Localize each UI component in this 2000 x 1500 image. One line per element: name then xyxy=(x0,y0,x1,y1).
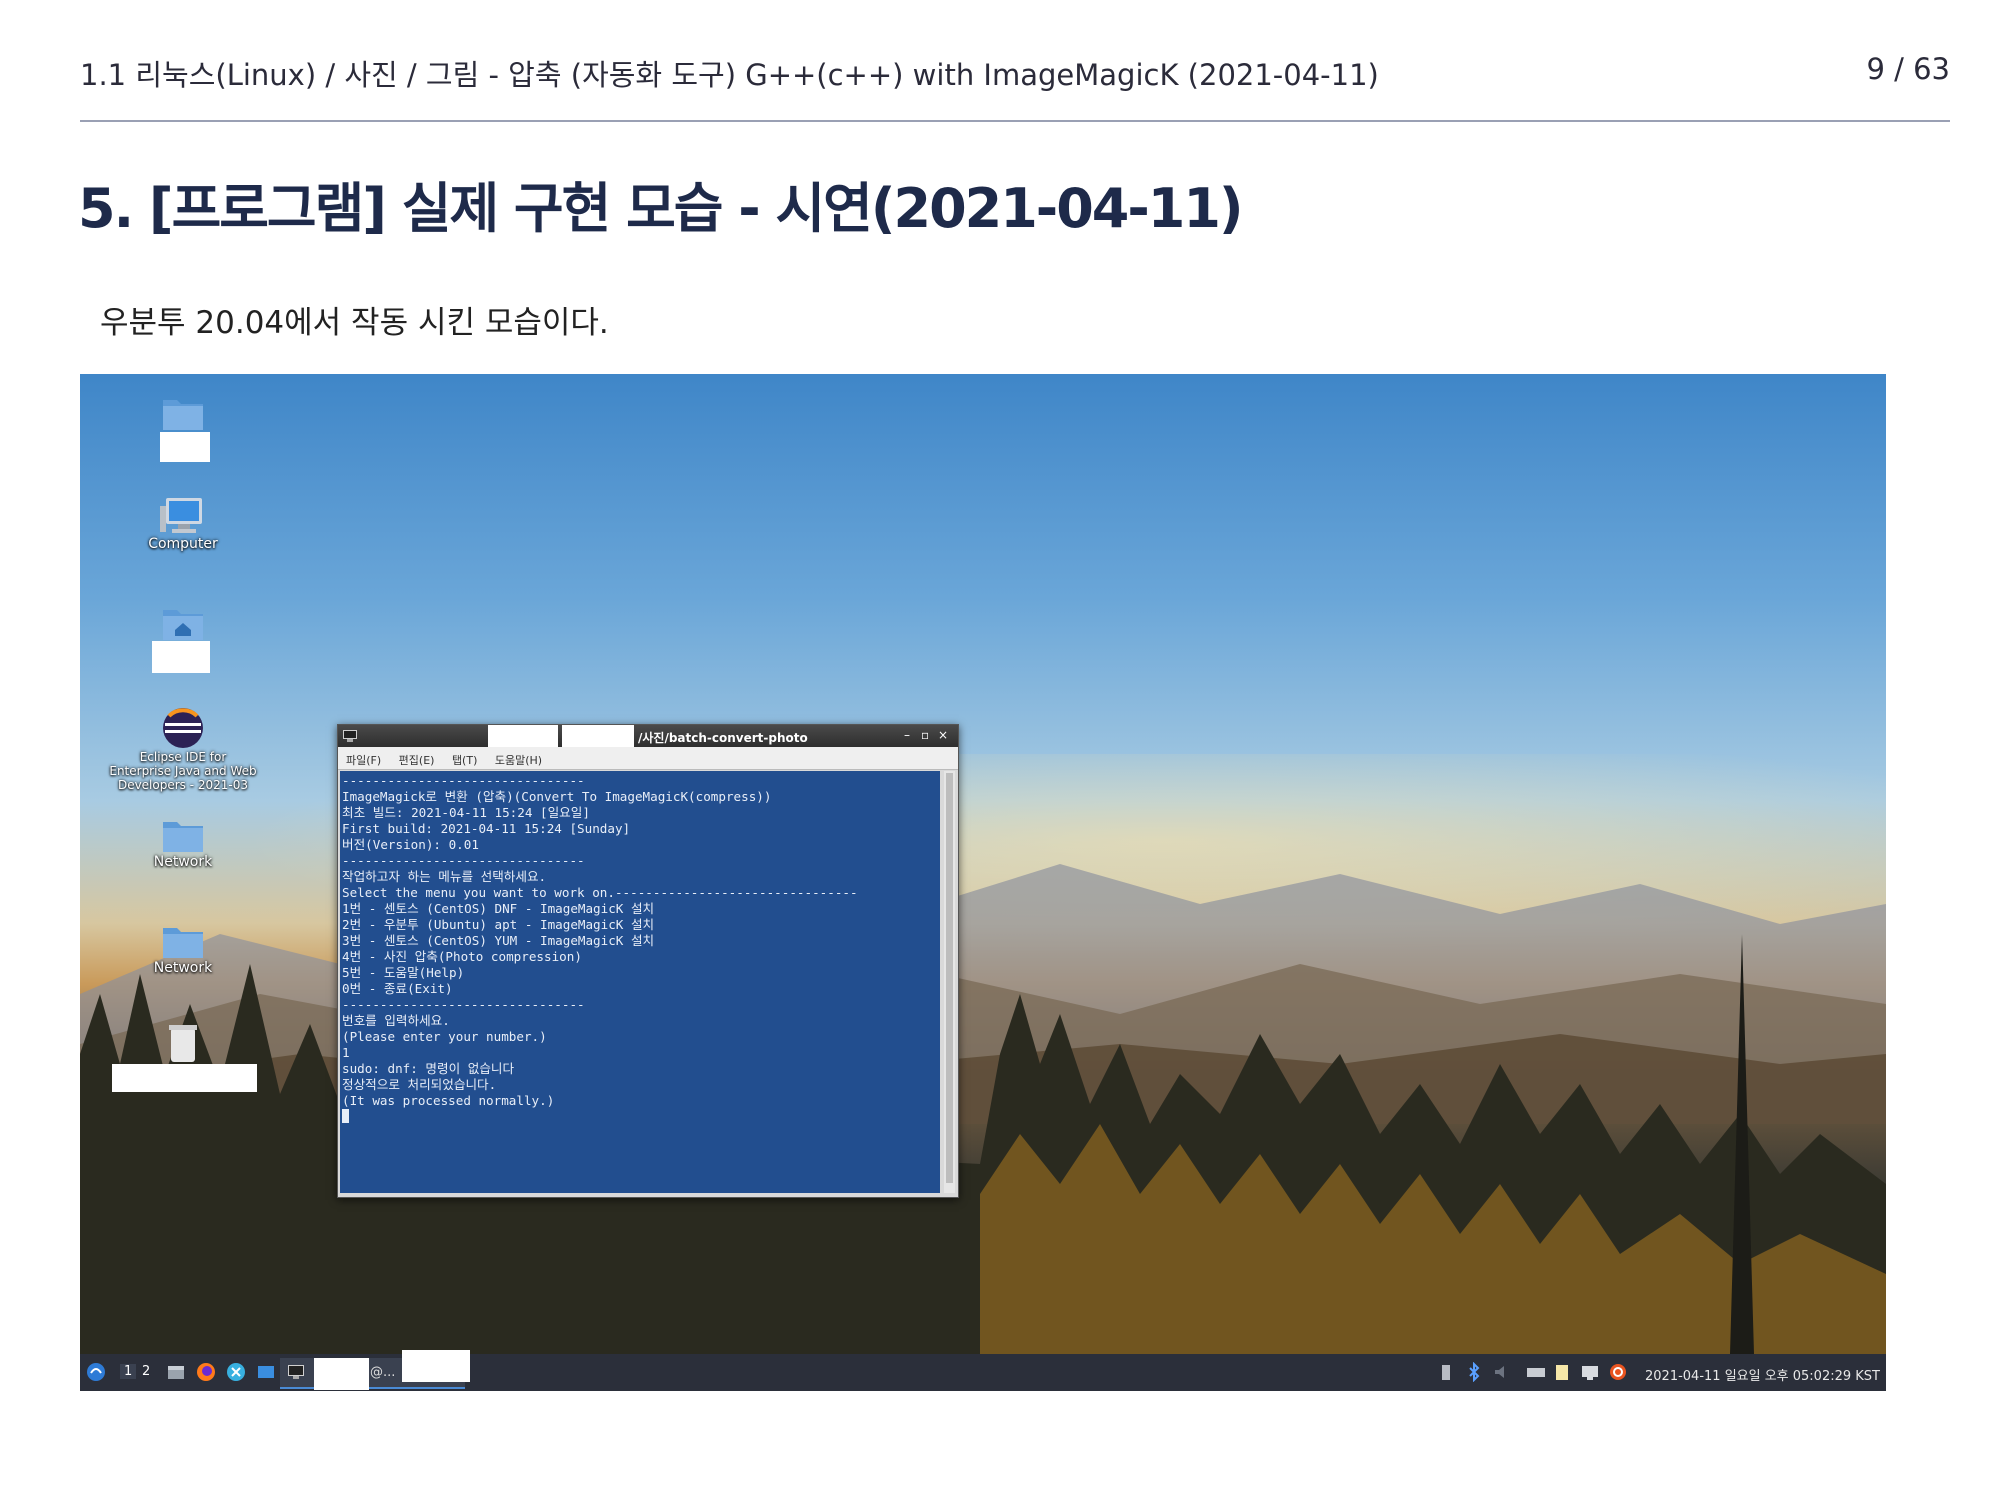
menu-edit[interactable]: 편집(E) xyxy=(399,752,435,768)
terminal-task-icon xyxy=(288,1365,304,1379)
desktop-network-2[interactable]: Network xyxy=(108,920,258,976)
start-menu-icon[interactable] xyxy=(86,1362,106,1382)
terminal-window[interactable]: /사진/batch-convert-photo – ▫ × 파일(F) 편집(E… xyxy=(337,724,959,1198)
clipboard-icon[interactable] xyxy=(1552,1362,1572,1382)
bluetooth-icon[interactable] xyxy=(1464,1362,1484,1382)
header-divider xyxy=(80,120,1950,122)
trash-icon xyxy=(169,1025,197,1062)
terminal-menubar: 파일(F) 편집(E) 탭(T) 도움말(H) xyxy=(338,747,958,770)
terminal-output[interactable]: -------------------------------- ImageMag… xyxy=(340,771,940,1193)
desktop-icon-label: Eclipse IDE for Enterprise Java and Web … xyxy=(109,750,257,792)
breadcrumb: 1.1 리눅스(Linux) / 사진 / 그림 - 압축 (자동화 도구) G… xyxy=(80,58,1379,92)
terminal-line: ImageMagick로 변환 (압축)(Convert To ImageMag… xyxy=(342,789,772,804)
terminal-line: 4번 - 사진 압축(Photo compression) xyxy=(342,949,582,964)
terminal-line: 버전(Version): 0.01 xyxy=(342,837,479,852)
network-icon xyxy=(163,822,203,852)
terminal-icon xyxy=(343,730,357,742)
desktop-computer[interactable]: Computer xyxy=(108,496,258,552)
desktop-icon-label: Network xyxy=(153,960,213,976)
terminal-scrollbar[interactable] xyxy=(944,771,955,1193)
terminal-line: 5번 - 도움말(Help) xyxy=(342,965,465,980)
page-number: 9 / 63 xyxy=(1866,52,1950,86)
eclipse-icon xyxy=(163,708,203,748)
redacted-label xyxy=(160,432,210,462)
workspace-1[interactable]: 1 xyxy=(120,1364,137,1379)
folder-icon xyxy=(163,400,203,430)
terminal-line: 1번 - 센토스 (CentOS) DNF - ImageMagicK 설치 xyxy=(342,901,655,916)
terminal-line: 2번 - 우분투 (Ubuntu) apt - ImageMagicK 설치 xyxy=(342,917,655,932)
redacted-task-label xyxy=(402,1350,470,1382)
terminal-line: 작업하고자 하는 메뉴를 선택하세요. xyxy=(342,869,547,884)
home-folder-icon xyxy=(163,610,203,640)
redacted-label xyxy=(112,1064,257,1092)
intro-paragraph: 우분투 20.04에서 작동 시킨 모습이다. xyxy=(100,305,609,341)
taskbar: 1 2 @... 2021-04-11 일요일 오후 05:02:29 KST xyxy=(80,1350,1886,1391)
desktop-home-folder[interactable] xyxy=(108,602,258,642)
terminal-line: 최초 빌드: 2021-04-11 15:24 [일요일] xyxy=(342,805,590,820)
redacted-label xyxy=(152,641,210,673)
firefox-icon[interactable] xyxy=(196,1362,216,1382)
battery-icon[interactable] xyxy=(1436,1362,1456,1382)
terminal-titlebar[interactable]: /사진/batch-convert-photo – ▫ × xyxy=(338,725,958,747)
redacted-title xyxy=(488,725,558,747)
taskbar-task-label: @... xyxy=(370,1365,396,1380)
network-icon xyxy=(163,928,203,958)
desktop-network-1[interactable]: Network xyxy=(108,814,258,870)
terminal-line: Select the menu you want to work on.----… xyxy=(342,885,858,900)
file-manager-icon[interactable] xyxy=(166,1362,186,1382)
terminal-line: 정상적으로 처리되었습니다. xyxy=(342,1077,497,1092)
volume-icon[interactable] xyxy=(1492,1362,1512,1382)
desktop-screenshot: Computer Eclipse IDE for Enterprise Java… xyxy=(80,374,1886,1391)
terminal-cursor-line xyxy=(342,1109,938,1125)
document-header: 1.1 리눅스(Linux) / 사진 / 그림 - 압축 (자동화 도구) G… xyxy=(80,52,1950,92)
menu-tab[interactable]: 탭(T) xyxy=(452,752,477,768)
terminal-line: 1 xyxy=(342,1045,350,1060)
desktop-icon-label: Computer xyxy=(148,536,218,552)
taskbar-clock[interactable]: 2021-04-11 일요일 오후 05:02:29 KST xyxy=(1645,1365,1880,1384)
computer-icon xyxy=(160,498,202,533)
maximize-button[interactable]: ▫ xyxy=(921,728,929,742)
display-icon[interactable] xyxy=(1580,1362,1600,1382)
app-launcher-icon[interactable] xyxy=(226,1362,246,1382)
terminal-line: (It was processed normally.) xyxy=(342,1093,555,1108)
keyboard-icon[interactable] xyxy=(1526,1362,1546,1382)
desktop-eclipse[interactable]: Eclipse IDE for Enterprise Java and Web … xyxy=(108,706,258,792)
terminal-line: 0번 - 종료(Exit) xyxy=(342,981,453,996)
terminal-line: (Please enter your number.) xyxy=(342,1029,547,1044)
terminal-line: 3번 - 센토스 (CentOS) YUM - ImageMagicK 설치 xyxy=(342,933,655,948)
terminal-line: -------------------------------- xyxy=(342,853,585,868)
desktop-trash[interactable] xyxy=(108,1022,258,1064)
desktop-folder[interactable] xyxy=(108,392,258,432)
terminal-title: /사진/batch-convert-photo xyxy=(638,731,808,745)
menu-help[interactable]: 도움말(H) xyxy=(495,752,542,768)
terminal-line: 번호를 입력하세요. xyxy=(342,1013,450,1028)
terminal-line: sudo: dnf: 명령이 없습니다 xyxy=(342,1061,515,1076)
workspace-2[interactable]: 2 xyxy=(142,1364,150,1379)
terminal-line: -------------------------------- xyxy=(342,773,585,788)
close-button[interactable]: × xyxy=(938,728,948,742)
terminal-cursor xyxy=(342,1109,349,1123)
redacted-task-label xyxy=(314,1358,369,1390)
terminal-line: -------------------------------- xyxy=(342,997,585,1012)
minimize-button[interactable]: – xyxy=(904,728,910,742)
redacted-title xyxy=(562,725,634,747)
menu-file[interactable]: 파일(F) xyxy=(346,752,381,768)
section-title: 5. [프로그램] 실제 구현 모습 - 시연(2021-04-11) xyxy=(78,177,1244,240)
desktop-icon[interactable] xyxy=(256,1362,276,1382)
scrollbar-thumb[interactable] xyxy=(946,773,953,1183)
desktop-icon-label: Network xyxy=(153,854,213,870)
update-icon[interactable] xyxy=(1608,1362,1628,1382)
terminal-line: First build: 2021-04-11 15:24 [Sunday] xyxy=(342,821,631,836)
